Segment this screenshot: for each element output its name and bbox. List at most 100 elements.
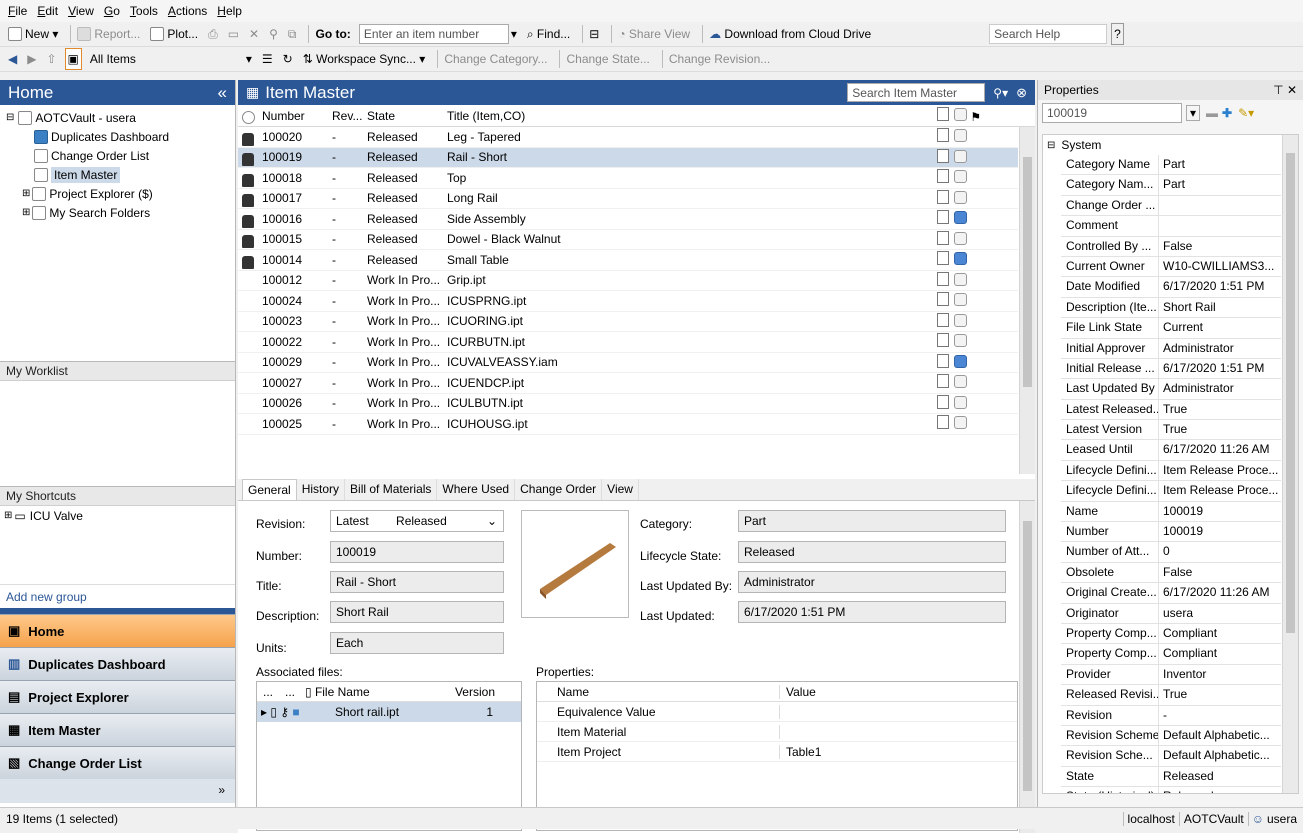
nav-home-button[interactable]: ▣ Home [0,614,235,647]
report-button[interactable]: Report... [75,23,142,45]
system-group[interactable]: ⊟ System [1043,135,1298,155]
new-button[interactable]: New ▾ [6,23,60,45]
tree-item-project-explorer[interactable]: ⊞ Project Explorer ($) [6,184,235,203]
shortcut-item[interactable]: ⊞ ▭ ICU Valve [4,506,235,525]
goto-dropdown-icon[interactable]: ▾ [509,23,519,45]
column-revision[interactable]: Rev... [326,109,367,123]
property-row[interactable]: File Link State Current [1061,318,1281,339]
view-dropdown-icon[interactable]: ▾ [244,48,254,70]
find-button[interactable]: ⌕ Find... [525,23,572,45]
tab-change-order[interactable]: Change Order [515,479,603,500]
refresh-icon[interactable]: ↻ [281,48,295,70]
preview-icon[interactable]: ▭ [226,23,241,45]
property-row[interactable]: State Released [1061,766,1281,788]
tree-item-search-folders[interactable]: ⊞ My Search Folders [6,203,235,222]
associated-file-row[interactable]: ▸ ▯ ⚷ ■ Short rail.ipt 1 [257,702,521,722]
tree-item-duplicates[interactable]: Duplicates Dashboard [6,127,235,146]
property-row[interactable]: State (Historical)Released [1061,787,1281,793]
property-row[interactable]: Item Material [537,722,1017,742]
property-row[interactable]: Last Updated By Administrator [1061,379,1281,400]
change-state-button[interactable]: Change State... [564,48,651,70]
property-row[interactable]: Latest Version True [1061,420,1281,441]
goto-input[interactable]: Enter an item number [358,24,509,44]
view-select[interactable]: All Items [88,48,238,70]
workspace-sync-button[interactable]: ⇅ Workspace Sync... ▾ [301,48,428,70]
property-row[interactable]: Revision Scheme Default Alphabetic... [1061,725,1281,747]
property-row[interactable]: Name 100019 [1061,501,1281,523]
table-row[interactable]: 100020- Released Leg - Tapered [238,127,1018,148]
table-row[interactable]: 100022- Work In Pro... ICURBUTN.ipt [238,332,1018,353]
collapse-icon[interactable]: « [218,83,227,103]
up-icon[interactable]: ⇧ [44,48,58,70]
print-icon[interactable]: ⎙ [206,23,220,45]
forward-icon[interactable]: ▶ [25,48,38,70]
copy-icon[interactable]: ⧉ [286,23,299,45]
property-row[interactable]: Description (Ite... Short Rail [1061,297,1281,319]
add-icon[interactable]: ✚ [1222,106,1232,120]
property-row[interactable]: Lifecycle Defini... Item Release Proce... [1061,481,1281,502]
pane-toggle-icon[interactable]: ▣ [64,48,82,70]
table-row[interactable]: 100023- Work In Pro... ICUORING.ipt [238,312,1018,332]
column-state[interactable]: State [367,109,447,123]
table-row[interactable]: 100025- Work In Pro... ICUHOUSG.ipt [238,414,1018,435]
table-row[interactable]: 100029- Work In Pro... ICUVALVEASSY.iam [238,353,1018,373]
clear-search-icon[interactable]: ⊗ [1016,85,1027,101]
menu-go[interactable]: Go [104,4,120,18]
share-view-button[interactable]: ◔ Share View [616,23,692,45]
property-row[interactable]: Controlled By ... False [1061,236,1281,257]
property-row[interactable]: Original Create... 6/17/2020 11:26 AM [1061,583,1281,604]
property-row[interactable]: Provider Inventor [1061,664,1281,686]
property-row[interactable]: Released Revisi... True [1061,685,1281,706]
tree-root[interactable]: ⊟ AOTCVault - usera [6,108,235,127]
table-row[interactable]: 100019- Released Rail - Short [238,147,1018,168]
menu-edit[interactable]: Edit [37,4,58,18]
tab-history[interactable]: History [297,479,346,500]
nav-duplicates-button[interactable]: ▥ Duplicates Dashboard [0,647,235,680]
nav-change-order-button[interactable]: ▧ Change Order List [0,746,235,779]
property-row[interactable]: Equivalence Value [537,702,1017,722]
menu-help[interactable]: Help [217,4,242,18]
property-row[interactable]: Obsolete False [1061,562,1281,584]
value-column[interactable]: Value [780,685,816,699]
table-row[interactable]: 100016- Released Side Assembly [238,209,1018,230]
property-row[interactable]: Leased Until 6/17/2020 11:26 AM [1061,440,1281,461]
attach-icon[interactable]: ⚲ [267,23,280,45]
property-row[interactable]: Originator usera [1061,603,1281,624]
menu-view[interactable]: View [68,4,94,18]
tree-icon[interactable]: ⊟ [587,23,601,45]
nav-overflow-icon[interactable]: » [0,779,235,803]
property-row[interactable]: Change Order ... [1061,195,1281,217]
column-number[interactable]: Number [238,109,326,124]
file-name-column[interactable]: ▯ File Name [305,685,425,699]
nav-project-explorer-button[interactable]: ▤ Project Explorer [0,680,235,713]
list-icon[interactable]: ☰ [260,48,275,70]
properties-scrollbar[interactable] [1282,135,1298,793]
help-icon[interactable]: ? [1111,23,1124,45]
column-icons[interactable]: ⚑ [937,107,981,124]
property-row[interactable]: Initial Release ... 6/17/2020 1:51 PM [1061,358,1281,380]
download-cloud-button[interactable]: ☁ Download from Cloud Drive [707,23,873,45]
tab-where-used[interactable]: Where Used [437,479,516,500]
add-new-group-link[interactable]: Add new group [0,584,235,608]
property-row[interactable]: Revision Sche... Default Alphabetic... [1061,746,1281,767]
nav-item-master-button[interactable]: ▦ Item Master [0,713,235,746]
table-row[interactable]: 100017- Released Long Rail [238,189,1018,209]
plot-button[interactable]: Plot... [148,23,200,45]
property-row[interactable]: Property Comp... Compliant [1061,623,1281,645]
edit-icon[interactable]: ✎▾ [1238,106,1254,120]
property-row[interactable]: Item Project Table1 [537,742,1017,762]
chevron-down-icon[interactable]: ▾ [1186,105,1201,121]
change-category-button[interactable]: Change Category... [442,48,549,70]
menu-actions[interactable]: Actions [168,4,207,18]
search-options-icon[interactable]: ⚲▾ [993,86,1008,100]
grid-scrollbar[interactable] [1019,127,1035,474]
property-row[interactable]: Date Modified 6/17/2020 1:51 PM [1061,277,1281,298]
tab-view[interactable]: View [602,479,639,500]
name-column[interactable]: Name [537,684,780,699]
pin-close-icons[interactable]: ⊤ ✕ [1273,83,1297,97]
tab-bom[interactable]: Bill of Materials [345,479,438,500]
revision-select[interactable]: Latest Released ⌄ [330,510,504,532]
property-row[interactable]: Number of Att... 0 [1061,542,1281,563]
table-row[interactable]: 100012- Work In Pro... Grip.ipt [238,271,1018,291]
tree-item-change-orders[interactable]: Change Order List [6,146,235,165]
